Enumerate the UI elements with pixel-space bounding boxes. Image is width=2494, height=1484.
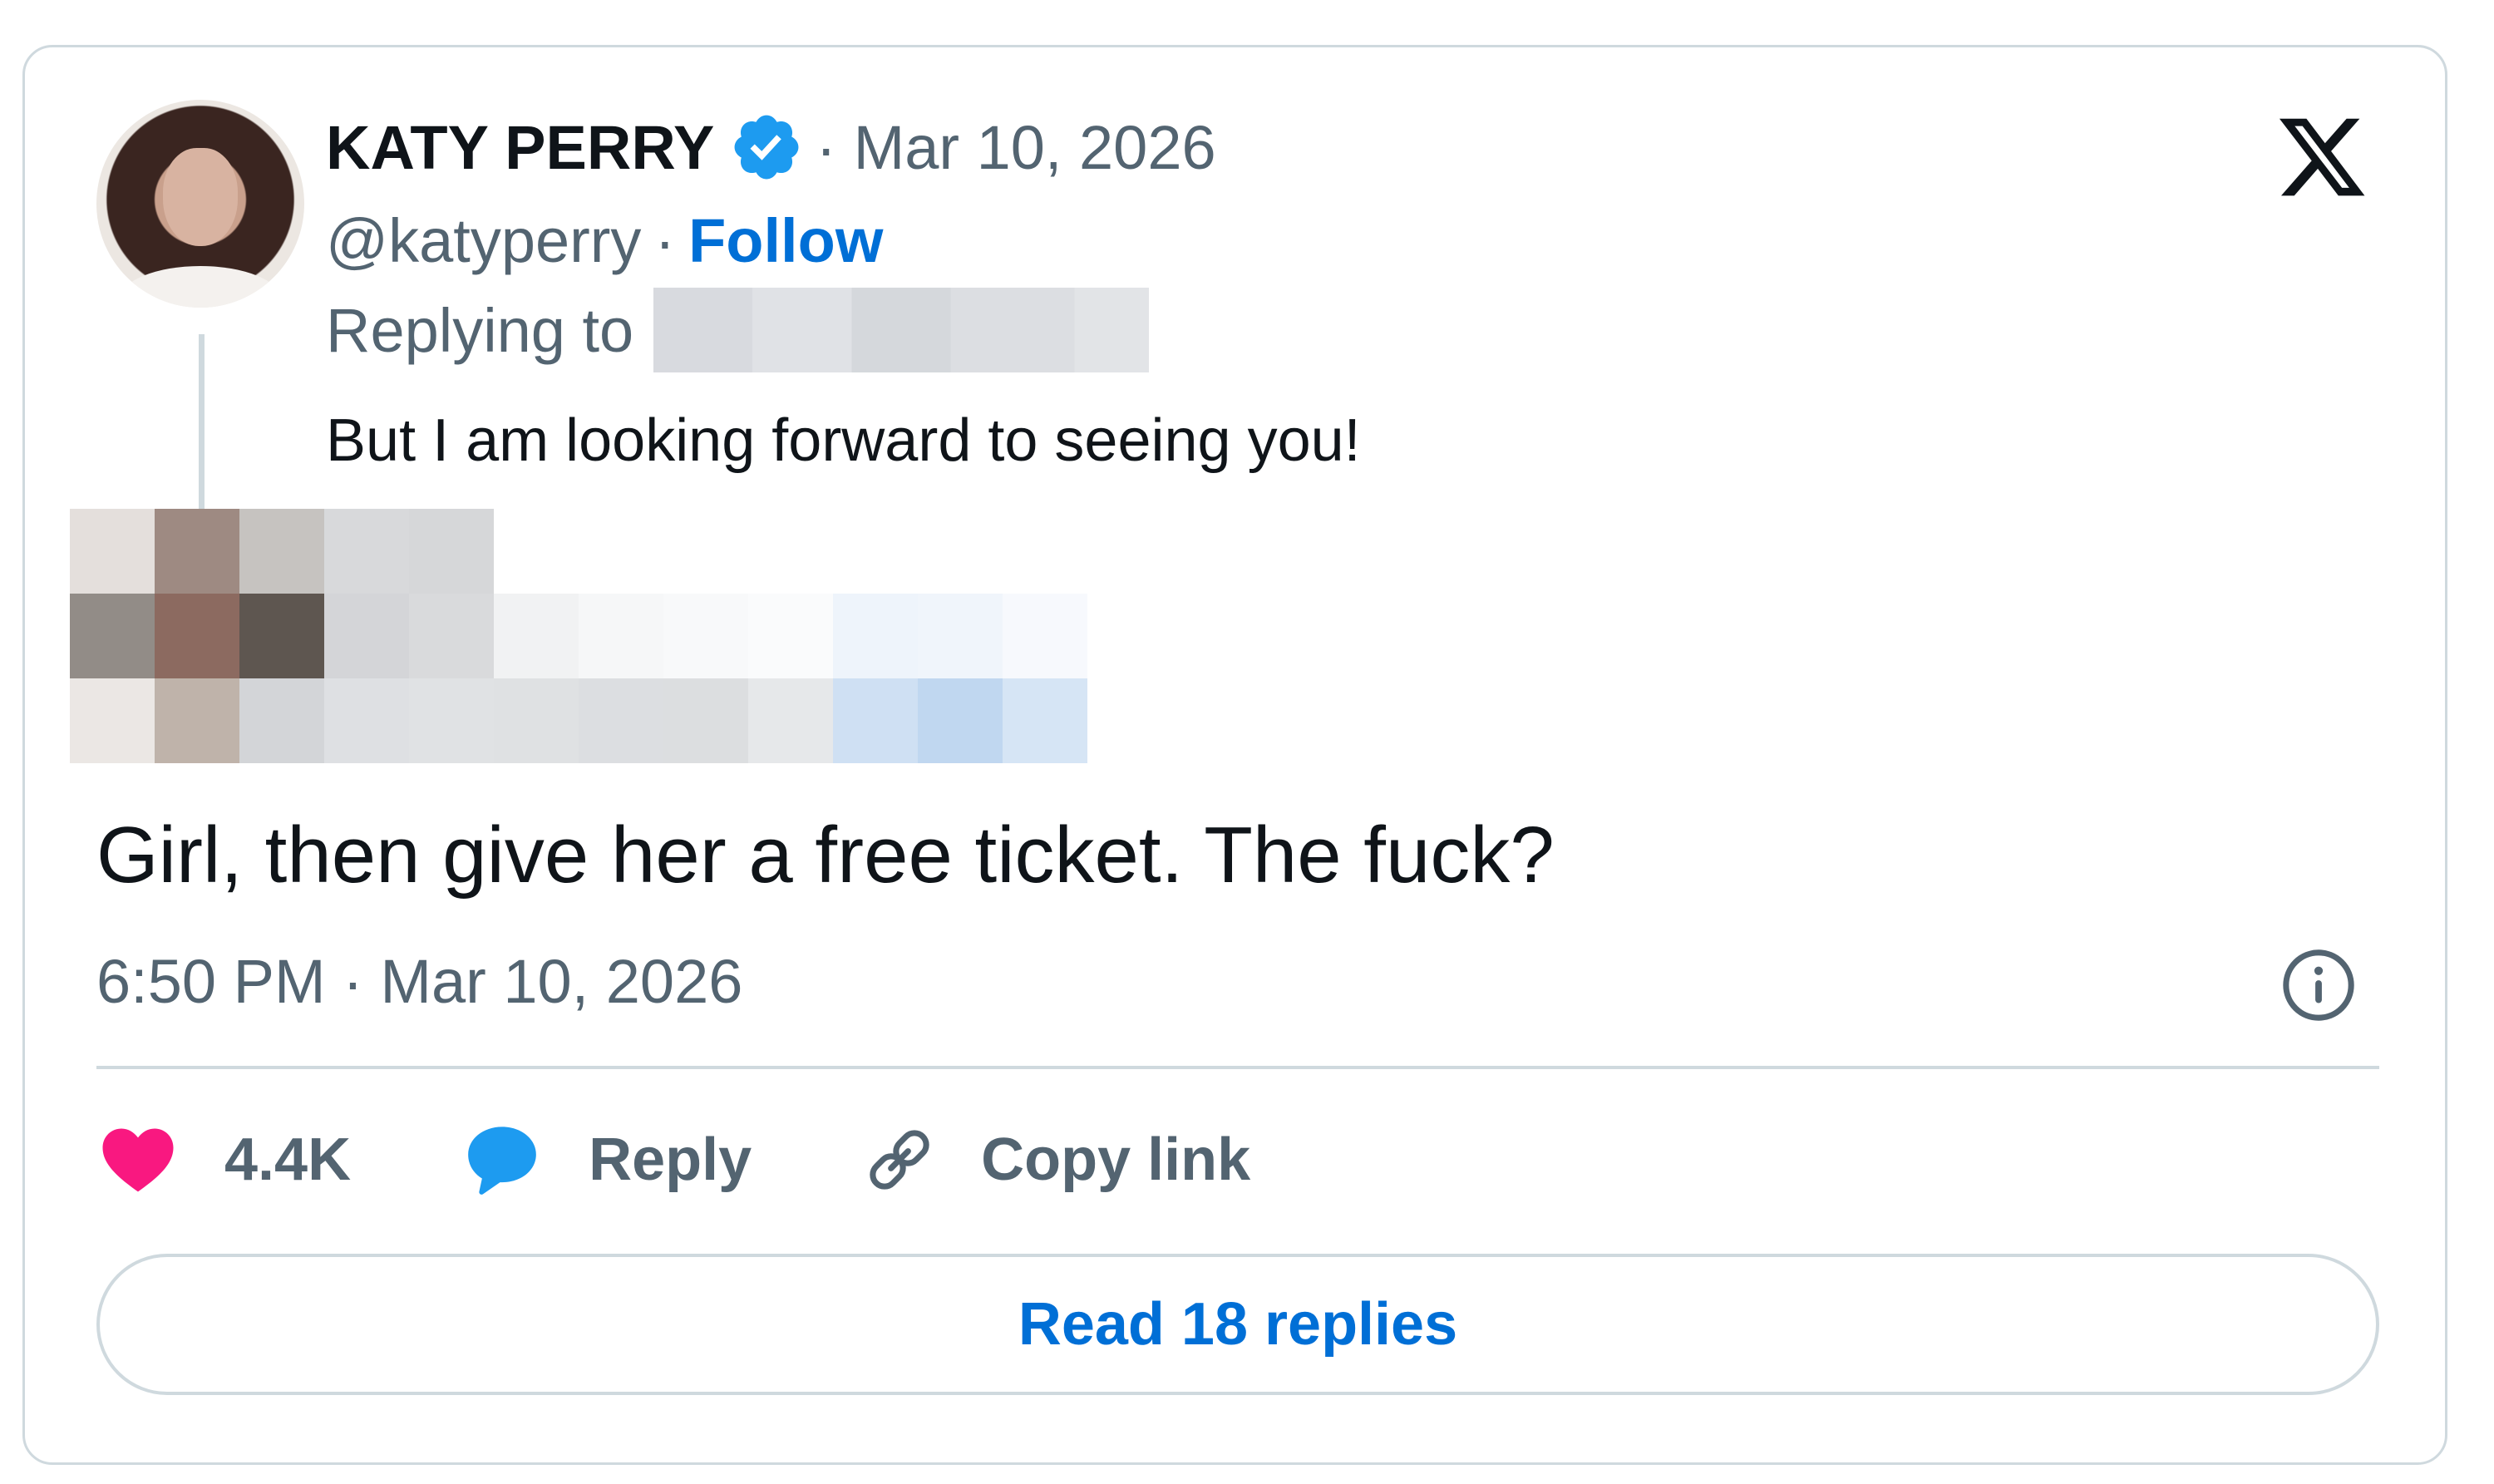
copy-link-button[interactable]: Copy link bbox=[858, 1118, 1250, 1201]
link-icon bbox=[870, 1130, 929, 1190]
handle-line: @katyperry · Follow bbox=[326, 200, 883, 281]
follow-link[interactable]: Follow bbox=[688, 205, 883, 276]
like-button[interactable]: 4.4K bbox=[96, 1118, 351, 1201]
avatar-face bbox=[163, 148, 238, 246]
copy-link-label: Copy link bbox=[981, 1127, 1251, 1193]
thread-connector-line bbox=[199, 334, 205, 509]
tweet-text: Girl, then give her a free ticket. The f… bbox=[96, 811, 1555, 900]
replying-to-line: Replying to bbox=[326, 288, 1150, 372]
verified-badge-icon bbox=[734, 115, 799, 180]
parent-tweet-text: But I am looking forward to seeing you! bbox=[326, 407, 1361, 474]
avatar-shirt bbox=[120, 266, 281, 308]
author-avatar[interactable] bbox=[96, 100, 304, 308]
author-line: KATY PERRY · Mar 10, 2026 bbox=[326, 106, 1216, 188]
tweet-timestamp[interactable]: 6:50 PM · Mar 10, 2026 bbox=[96, 938, 742, 1024]
reply-bubble-icon bbox=[468, 1127, 536, 1195]
heart-icon bbox=[102, 1128, 174, 1192]
like-count: 4.4K bbox=[224, 1127, 352, 1193]
redacted-quoted-user bbox=[70, 509, 1087, 763]
redacted-username bbox=[653, 288, 1150, 372]
author-handle[interactable]: @katyperry bbox=[326, 205, 641, 276]
tweet-date-meta[interactable]: · Mar 10, 2026 bbox=[816, 112, 1215, 183]
author-name[interactable]: KATY PERRY bbox=[326, 112, 714, 183]
x-logo-icon[interactable] bbox=[2275, 108, 2369, 206]
reply-button[interactable]: Reply bbox=[461, 1118, 752, 1201]
info-icon[interactable] bbox=[2280, 946, 2358, 1024]
read-replies-button[interactable]: Read 18 replies bbox=[96, 1254, 2379, 1395]
handle-separator: · bbox=[654, 205, 676, 275]
tweet-divider bbox=[96, 1066, 2379, 1069]
replying-to-label: Replying to bbox=[326, 295, 634, 365]
reply-label: Reply bbox=[589, 1127, 752, 1193]
tweet-actions: 4.4K Reply Copy link bbox=[96, 1114, 1250, 1205]
